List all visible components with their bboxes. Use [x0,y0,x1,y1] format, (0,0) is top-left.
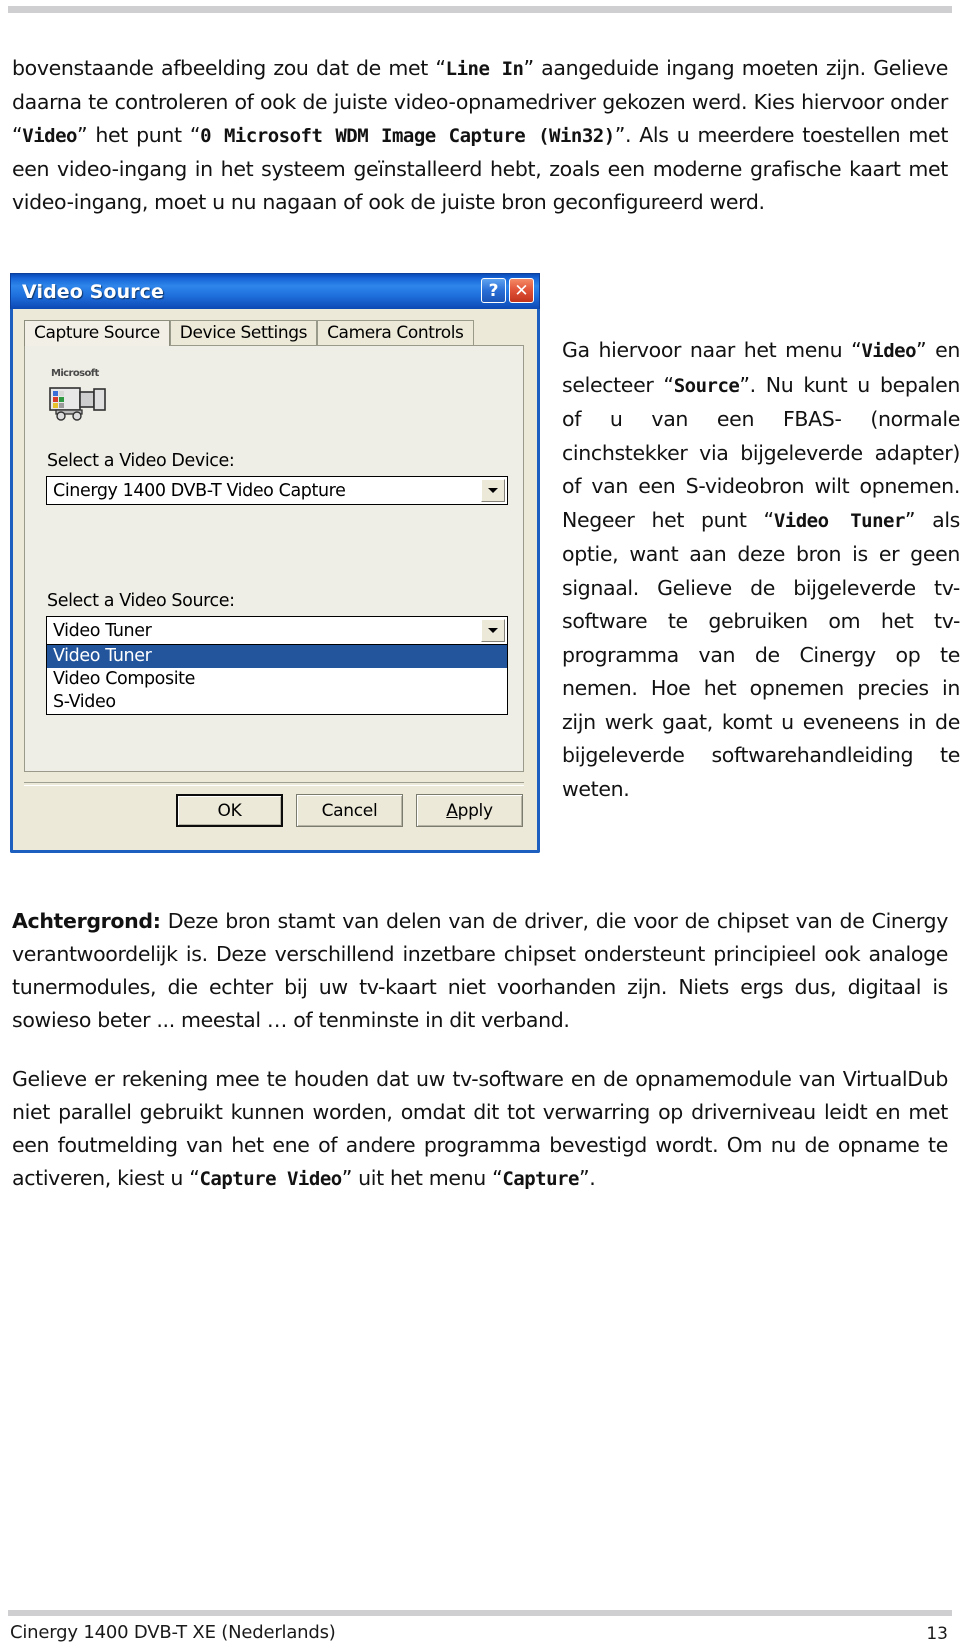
code-capture-menu: Capture [502,1168,579,1190]
video-device-combobox[interactable]: Cinergy 1400 DVB-T Video Capture [46,476,508,505]
paragraph-background: Achtergrond: Deze bron stamt van delen v… [12,905,948,1037]
footer-page-number: 13 [926,1624,948,1644]
paragraph-side: Ga hiervoor naar het menu “Video” en sel… [562,334,960,806]
side-segment-4: ” als optie, want aan deze bron is er ge… [562,507,960,801]
video-device-value: Cinergy 1400 DVB-T Video Capture [53,480,346,501]
chevron-down-icon[interactable] [481,619,505,642]
apply-label-rest: pply [457,800,493,821]
video-camera-icon: Microsoft [47,368,109,422]
tab-camera-controls[interactable]: Camera Controls [317,320,474,346]
list-item-video-tuner[interactable]: Video Tuner [47,645,507,668]
code-wdm-image-capture: 0 Microsoft WDM Image Capture (Win32) [200,125,615,147]
apply-button[interactable]: Apply [416,794,523,827]
header-rule [8,6,952,13]
side-text-column: Ga hiervoor naar het menu “Video” en sel… [562,334,960,806]
button-separator [24,782,524,786]
intro-segment-3: ” het punt “ [76,123,201,147]
code-line-in: Line In [445,58,524,80]
tab-capture-source[interactable]: Capture Source [24,320,170,346]
ok-button[interactable]: OK [176,794,283,827]
icon-caption: Microsoft [51,368,99,379]
cancel-button[interactable]: Cancel [296,794,403,827]
footer-rule [8,1610,952,1616]
video-source-combobox[interactable]: Video Tuner [46,616,508,645]
code-source-menu: Source [673,374,740,397]
capture-source-panel: Microsoft Select a Video Device: Cinergy… [24,345,524,772]
help-icon[interactable]: ? [481,278,506,303]
side-segment-1: Ga hiervoor naar het menu “ [562,338,862,362]
dialog-titlebar: Video Source ? ✕ [10,273,540,309]
paragraph-final: Gelieve er rekening mee te houden dat uw… [12,1063,948,1196]
tab-device-settings[interactable]: Device Settings [169,320,318,346]
video-source-value: Video Tuner [53,620,152,641]
close-icon[interactable]: ✕ [509,278,534,303]
caption-button-group: ? ✕ [481,278,534,303]
list-item-s-video[interactable]: S-Video [47,691,507,714]
code-capture-video: Capture Video [199,1168,342,1190]
video-device-label: Select a Video Device: [47,451,235,471]
dialog-tab-bar: Capture Source Device Settings Camera Co… [24,320,524,346]
apply-mnemonic: A [446,800,458,821]
chevron-down-icon[interactable] [481,479,505,502]
video-source-dropdown-list[interactable]: Video Tuner Video Composite S-Video [46,644,508,715]
list-item-video-composite[interactable]: Video Composite [47,668,507,691]
code-video-tuner: Video Tuner [773,509,906,532]
code-video: Video [22,125,77,147]
intro-text-block: bovenstaande afbeelding zou dat de met “… [12,52,948,232]
video-source-label: Select a Video Source: [47,591,235,611]
figure-row: Video Source ? ✕ Capture Source Device S… [10,273,960,876]
intro-segment-1: bovenstaande afbeelding zou dat de met [12,56,436,80]
dialog-title: Video Source [22,280,165,303]
document-page: bovenstaande afbeelding zou dat de met “… [0,0,960,1649]
code-video-menu: Video [861,340,917,362]
background-label: Achtergrond: [12,909,161,933]
final-segment-2: ” uit het menu “ [341,1166,503,1190]
dialog-button-row: OK Cancel Apply [13,794,537,827]
footer-document-title: Cinergy 1400 DVB-T XE (Nederlands) [10,1622,336,1643]
paragraph-intro: bovenstaande afbeelding zou dat de met “… [12,56,949,214]
after-figure-text-block: Achtergrond: Deze bron stamt van delen v… [12,905,948,1209]
final-segment-3: ”. [578,1166,596,1190]
video-source-dialog: Video Source ? ✕ Capture Source Device S… [10,273,540,853]
